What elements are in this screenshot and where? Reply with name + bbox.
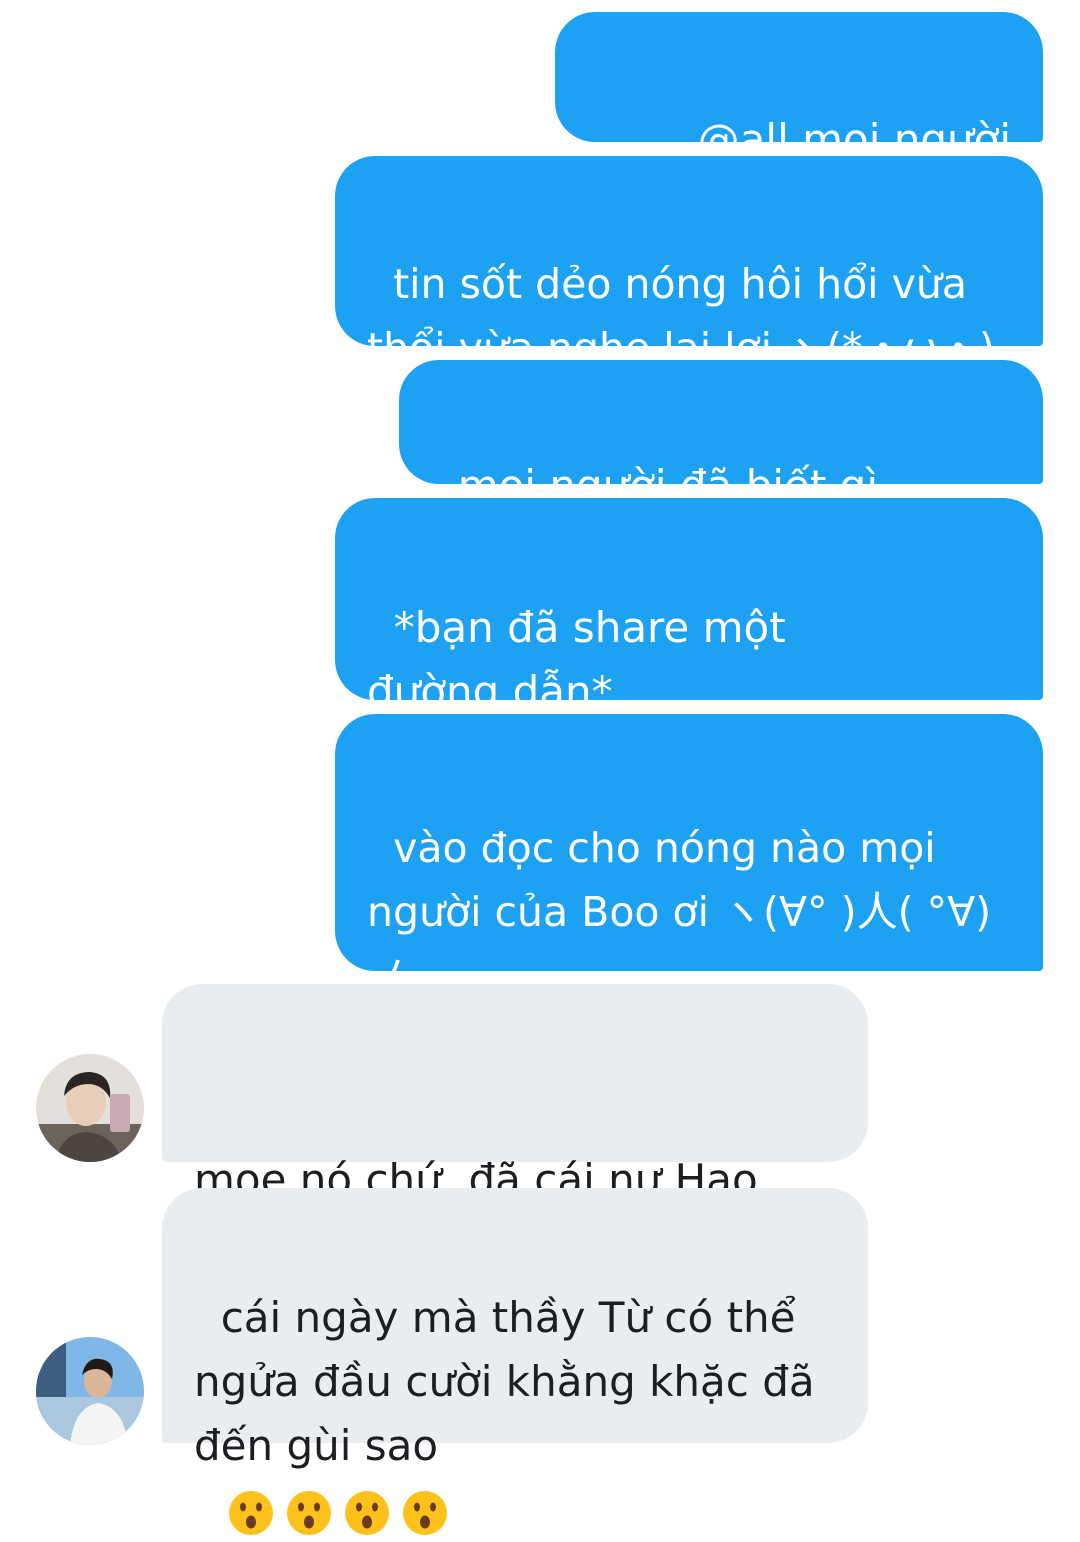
astonished-icon	[228, 1490, 273, 1535]
incoming-message[interactable]: mọe nó chứ, đã cái nư Hạo thật	[162, 984, 868, 1395]
outgoing-message[interactable]: mọi người đã biết gì chưa???	[399, 360, 1043, 574]
message-text: *bạn đã share một đường dẫn*	[367, 603, 800, 716]
avatar-image	[36, 1054, 144, 1162]
avatar-image	[36, 1337, 144, 1445]
emoji-row	[225, 1487, 451, 1539]
astonished-icon	[286, 1490, 331, 1535]
avatar[interactable]	[36, 1337, 144, 1445]
outgoing-message[interactable]: vào đọc cho nóng nào mọi người của Boo ơ…	[335, 714, 1043, 1000]
message-text: cái ngày mà thầy Từ có thể ngửa đầu cười…	[194, 1293, 828, 1470]
outgoing-message[interactable]: @all mọi người ơiiiiii	[555, 12, 1043, 228]
incoming-message[interactable]: cái ngày mà thầy Từ có thể ngửa đầu cười…	[162, 1188, 868, 1535]
message-text: vào đọc cho nóng nào mọi người của Boo ơ…	[367, 824, 992, 1000]
avatar[interactable]	[36, 1054, 144, 1162]
outgoing-message[interactable]: tin sốt dẻo nóng hôi hổi vừa thổi vừa ng…	[335, 156, 1043, 436]
outgoing-message[interactable]: *bạn đã share một đường dẫn*	[335, 498, 1043, 716]
astonished-icon	[402, 1490, 447, 1535]
astonished-icon	[344, 1490, 389, 1535]
